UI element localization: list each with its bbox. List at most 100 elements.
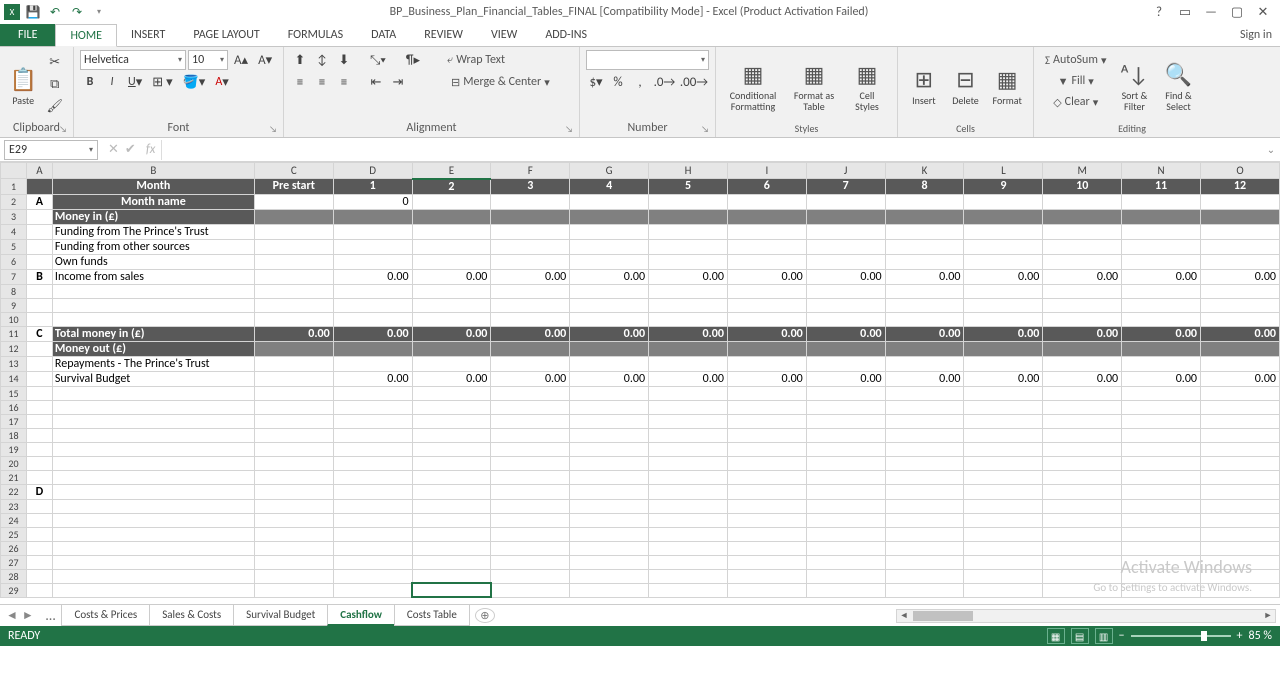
sheet-tab-costs-table[interactable]: Costs Table bbox=[394, 605, 470, 626]
underline-button[interactable]: U ▾ bbox=[124, 72, 146, 92]
cell-O10[interactable] bbox=[1200, 312, 1279, 326]
cell-A5[interactable] bbox=[26, 239, 52, 254]
cell-O3[interactable] bbox=[1200, 209, 1279, 224]
cell-K20[interactable] bbox=[885, 456, 964, 470]
cell-C27[interactable] bbox=[254, 555, 333, 569]
cell-A14[interactable] bbox=[26, 371, 52, 386]
cell-L19[interactable] bbox=[964, 442, 1043, 456]
cell-J11[interactable]: 0.00 bbox=[806, 326, 885, 341]
cell-B10[interactable] bbox=[52, 312, 254, 326]
row-header-19[interactable]: 19 bbox=[1, 442, 27, 456]
excel-icon[interactable]: X bbox=[4, 4, 20, 20]
cell-K21[interactable] bbox=[885, 470, 964, 484]
autosum-button[interactable]: Σ AutoSum ▾ bbox=[1040, 50, 1111, 70]
bold-button[interactable]: B bbox=[80, 72, 100, 92]
cell-I26[interactable] bbox=[727, 541, 806, 555]
cell-F4[interactable] bbox=[491, 224, 570, 239]
cell-N7[interactable]: 0.00 bbox=[1122, 269, 1201, 284]
number-format-combo[interactable]: ▾ bbox=[586, 50, 709, 70]
cell-J8[interactable] bbox=[806, 284, 885, 298]
cell-F15[interactable] bbox=[491, 386, 570, 400]
cell-E15[interactable] bbox=[412, 386, 491, 400]
cell-A8[interactable] bbox=[26, 284, 52, 298]
cell-G21[interactable] bbox=[570, 470, 649, 484]
cell-A7[interactable]: B bbox=[26, 269, 52, 284]
cell-E12[interactable] bbox=[412, 341, 491, 356]
cell-N5[interactable] bbox=[1122, 239, 1201, 254]
cell-L22[interactable] bbox=[964, 484, 1043, 499]
cell-E10[interactable] bbox=[412, 312, 491, 326]
cell-M2[interactable] bbox=[1043, 194, 1122, 209]
zoom-level[interactable]: 85 % bbox=[1249, 629, 1272, 643]
cell-C16[interactable] bbox=[254, 400, 333, 414]
cell-A10[interactable] bbox=[26, 312, 52, 326]
cell-J24[interactable] bbox=[806, 513, 885, 527]
cell-C6[interactable] bbox=[254, 254, 333, 269]
cell-I7[interactable]: 0.00 bbox=[727, 269, 806, 284]
cell-K7[interactable]: 0.00 bbox=[885, 269, 964, 284]
cell-F8[interactable] bbox=[491, 284, 570, 298]
decrease-decimal-icon[interactable]: .00→ bbox=[679, 72, 709, 92]
cell-G23[interactable] bbox=[570, 499, 649, 513]
cell-B13[interactable]: Repayments - The Prince's Trust bbox=[52, 356, 254, 371]
cell-C13[interactable] bbox=[254, 356, 333, 371]
cell-N23[interactable] bbox=[1122, 499, 1201, 513]
fx-icon[interactable]: fx bbox=[146, 142, 156, 157]
cell-F11[interactable]: 0.00 bbox=[491, 326, 570, 341]
col-header-G[interactable]: G bbox=[570, 163, 649, 179]
cell-K24[interactable] bbox=[885, 513, 964, 527]
cell-I16[interactable] bbox=[727, 400, 806, 414]
cell-E4[interactable] bbox=[412, 224, 491, 239]
cell-H2[interactable] bbox=[649, 194, 728, 209]
cell-N21[interactable] bbox=[1122, 470, 1201, 484]
cell-G13[interactable] bbox=[570, 356, 649, 371]
col-header-H[interactable]: H bbox=[649, 163, 728, 179]
cell-J16[interactable] bbox=[806, 400, 885, 414]
row-header-14[interactable]: 14 bbox=[1, 371, 27, 386]
cell-J13[interactable] bbox=[806, 356, 885, 371]
row-header-21[interactable]: 21 bbox=[1, 470, 27, 484]
cell-F27[interactable] bbox=[491, 555, 570, 569]
cell-M9[interactable] bbox=[1043, 298, 1122, 312]
cell-N16[interactable] bbox=[1122, 400, 1201, 414]
cell-G3[interactable] bbox=[570, 209, 649, 224]
cell-A12[interactable] bbox=[26, 341, 52, 356]
cell-O21[interactable] bbox=[1200, 470, 1279, 484]
cell-D22[interactable] bbox=[333, 484, 412, 499]
formula-input[interactable] bbox=[161, 140, 1262, 160]
cell-J9[interactable] bbox=[806, 298, 885, 312]
cell-E25[interactable] bbox=[412, 527, 491, 541]
cell-N12[interactable] bbox=[1122, 341, 1201, 356]
row-header-29[interactable]: 29 bbox=[1, 583, 27, 597]
cell-N9[interactable] bbox=[1122, 298, 1201, 312]
cell-M23[interactable] bbox=[1043, 499, 1122, 513]
cell-H24[interactable] bbox=[649, 513, 728, 527]
cell-D10[interactable] bbox=[333, 312, 412, 326]
cell-A1[interactable] bbox=[26, 179, 52, 195]
cell-M18[interactable] bbox=[1043, 428, 1122, 442]
cell-A25[interactable] bbox=[26, 527, 52, 541]
italic-button[interactable]: I bbox=[102, 72, 122, 92]
cell-K1[interactable]: 8 bbox=[885, 179, 964, 195]
cell-L17[interactable] bbox=[964, 414, 1043, 428]
accounting-format-icon[interactable]: $▾ bbox=[586, 72, 606, 92]
cell-D13[interactable] bbox=[333, 356, 412, 371]
cell-L9[interactable] bbox=[964, 298, 1043, 312]
cell-A13[interactable] bbox=[26, 356, 52, 371]
cell-K2[interactable] bbox=[885, 194, 964, 209]
row-header-10[interactable]: 10 bbox=[1, 312, 27, 326]
cell-G6[interactable] bbox=[570, 254, 649, 269]
cell-C26[interactable] bbox=[254, 541, 333, 555]
cell-I22[interactable] bbox=[727, 484, 806, 499]
row-header-23[interactable]: 23 bbox=[1, 499, 27, 513]
cell-N15[interactable] bbox=[1122, 386, 1201, 400]
zoom-out-icon[interactable]: − bbox=[1119, 629, 1125, 643]
increase-decimal-icon[interactable]: .0→ bbox=[652, 72, 677, 92]
percent-format-icon[interactable]: % bbox=[608, 72, 628, 92]
cell-E28[interactable] bbox=[412, 569, 491, 583]
cell-I24[interactable] bbox=[727, 513, 806, 527]
enter-icon[interactable]: ✔ bbox=[125, 142, 136, 157]
cell-I5[interactable] bbox=[727, 239, 806, 254]
cell-L24[interactable] bbox=[964, 513, 1043, 527]
cell-E24[interactable] bbox=[412, 513, 491, 527]
